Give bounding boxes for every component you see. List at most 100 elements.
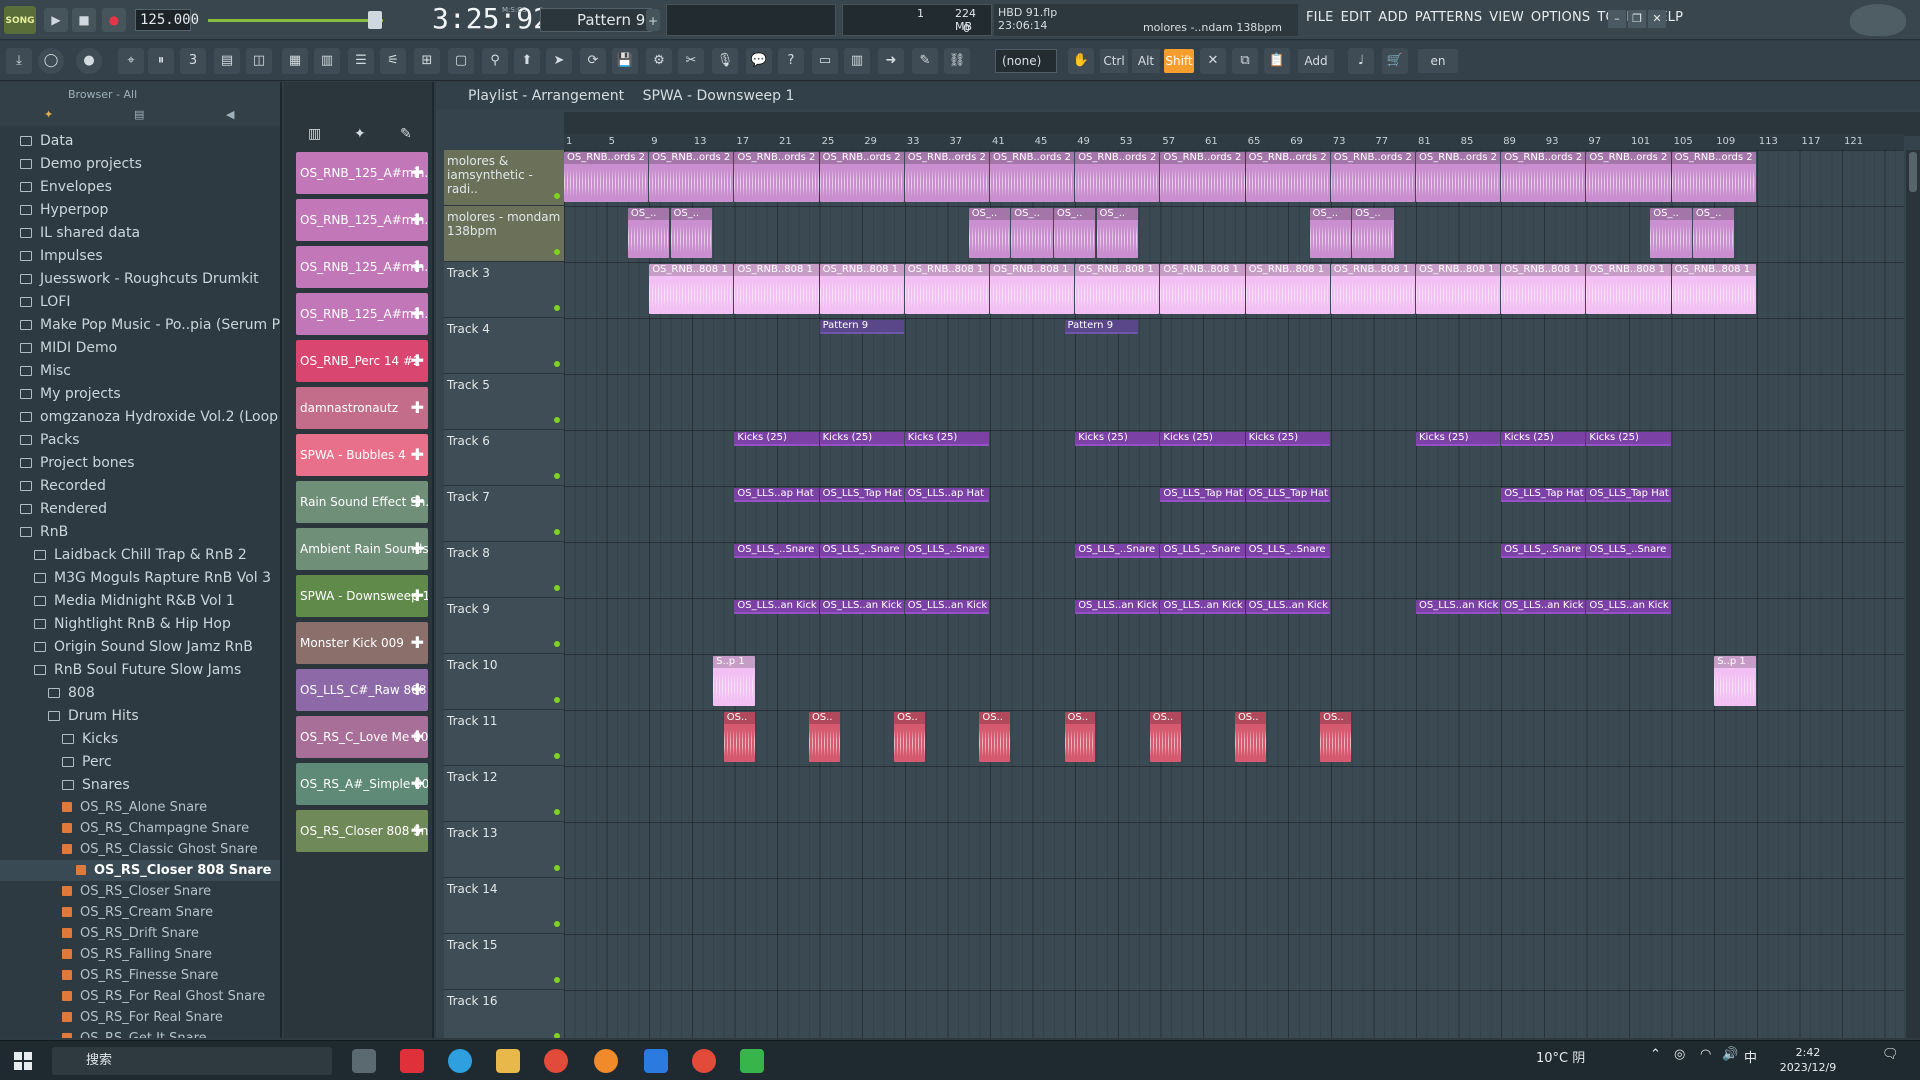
channel-add-icon[interactable]: ✚ <box>411 763 424 805</box>
playlist-clip[interactable]: OS_RNB..808 1 <box>1416 264 1501 314</box>
playlist-clip[interactable]: OS_LLS..an Kick <box>819 600 904 614</box>
channel-button[interactable]: SPWA - Bubbles 4 ✚ <box>296 434 428 476</box>
browser-file[interactable]: OS_RS_Closer 808 Snare <box>0 860 280 881</box>
track-mute-led[interactable] <box>554 753 560 759</box>
playlist-clip[interactable]: Kicks (25) <box>1075 432 1160 446</box>
blend-icon[interactable]: ◫ <box>246 48 272 74</box>
plugin-picker-icon[interactable]: ⊞ <box>414 48 440 74</box>
record-icon[interactable]: ● <box>102 8 126 32</box>
save-icon[interactable]: 💾 <box>612 48 638 74</box>
track-mute-led[interactable] <box>554 585 560 591</box>
browser-file[interactable]: OS_RS_Drift Snare <box>0 923 280 944</box>
playlist-clip[interactable]: OS_.. <box>670 208 713 258</box>
browser-folder[interactable]: Demo projects <box>0 153 280 176</box>
playlist-current-clip[interactable]: SPWA - Downsweep 1 <box>643 88 795 104</box>
playlist-clip[interactable]: OS_LLS_Tap Hat <box>1586 488 1671 502</box>
browser-folder[interactable]: Packs <box>0 429 280 452</box>
playlist-clip[interactable]: Kicks (25) <box>734 432 819 446</box>
menu-add[interactable]: ADD <box>1378 10 1408 25</box>
channel-button[interactable]: Ambient Rain Sounds.. ✚ <box>296 528 428 570</box>
step-edit-icon[interactable]: ▤ <box>214 48 240 74</box>
channel-button[interactable]: OS_RS_A#_Simple 808 ✚ <box>296 763 428 805</box>
browser-file[interactable]: OS_RS_Finesse Snare <box>0 965 280 986</box>
countdown-icon[interactable]: 3 <box>180 48 206 74</box>
menu-view[interactable]: VIEW <box>1489 10 1524 25</box>
track-mute-led[interactable] <box>554 193 560 199</box>
track-header[interactable]: Track 10 <box>444 654 564 710</box>
channel-button[interactable]: OS_RNB_Perc 14 #2 ✚ <box>296 340 428 382</box>
browser-folder[interactable]: Media Midnight R&B Vol 1 <box>0 590 280 613</box>
playlist-clip[interactable]: OS.. <box>894 712 926 762</box>
weather[interactable]: 10°C 阴 <box>1536 1047 1585 1066</box>
cut-icon[interactable]: ✂ <box>678 48 704 74</box>
playlist-clip[interactable]: OS.. <box>723 712 755 762</box>
notification-icon[interactable]: 🗨 <box>1882 1047 1899 1062</box>
browser-folder[interactable]: LOFI <box>0 291 280 314</box>
language-button[interactable]: en <box>1418 49 1458 73</box>
track-mute-led[interactable] <box>554 697 560 703</box>
playlist-clip[interactable]: OS_RNB..ords 2 <box>734 152 819 202</box>
playlist-clip[interactable]: S..p 1 <box>1714 656 1756 706</box>
fl-studio-icon[interactable] <box>594 1049 618 1073</box>
playlist-clip[interactable]: OS_LLS_Tap Hat <box>1501 488 1586 502</box>
channel-rack-icon[interactable]: ☰ <box>348 48 374 74</box>
cpu-knob-icon[interactable]: ◯ <box>38 48 64 74</box>
browser-file[interactable]: OS_RS_Cream Snare <box>0 902 280 923</box>
playlist-clip[interactable]: OS_LLS_Tap Hat <box>1245 488 1330 502</box>
playlist-vertical-scrollbar[interactable] <box>1906 150 1920 1038</box>
playlist-clip[interactable]: OS_.. <box>1650 208 1692 258</box>
channel-pencil-icon[interactable]: ✎ <box>400 126 412 142</box>
playlist-clip[interactable]: OS_LLS..an Kick <box>734 600 819 614</box>
channel-add-icon[interactable]: ✚ <box>411 716 424 758</box>
master-pitch-icon[interactable]: ● <box>76 48 102 74</box>
app-icon[interactable] <box>644 1049 668 1073</box>
channel-button[interactable]: SPWA - Downsweep 1 ✚ <box>296 575 428 617</box>
browser-folder[interactable]: Origin Sound Slow Jamz RnB <box>0 636 280 659</box>
playlist-clip[interactable]: OS_.. <box>1011 208 1053 258</box>
browser-file[interactable]: OS_RS_Classic Ghost Snare <box>0 839 280 860</box>
playlist-clip[interactable]: OS_RNB..808 1 <box>904 264 989 314</box>
playlist-clip[interactable]: OS_LLS_Tap Hat <box>819 488 904 502</box>
track-mute-led[interactable] <box>554 1033 560 1038</box>
play-icon[interactable]: ▶ <box>44 8 68 32</box>
track-mute-led[interactable] <box>554 473 560 479</box>
browser-icon[interactable]: ⬆ <box>514 48 540 74</box>
taskbar-search[interactable]: 搜索 <box>52 1047 332 1075</box>
chrome-alt-icon[interactable] <box>692 1049 716 1073</box>
browser-folder[interactable]: Snares <box>0 774 280 797</box>
playlist-clip[interactable]: OS_LLS..ap Hat <box>904 488 989 502</box>
render-icon[interactable]: ⚙ <box>646 48 672 74</box>
track-mute-led[interactable] <box>554 977 560 983</box>
playlist-overview[interactable] <box>564 112 1920 136</box>
playlist-clip[interactable]: OS_RNB..ords 2 <box>1245 152 1330 202</box>
playlist-clip[interactable]: OS_LLS..ap Hat <box>734 488 819 502</box>
pattern-selector[interactable]: Pattern 9 <box>540 8 652 32</box>
piano-roll-icon[interactable]: ▥ <box>314 48 340 74</box>
track-header[interactable]: Track 15 <box>444 934 564 990</box>
playlist-clip[interactable]: S..p 1 <box>713 656 755 706</box>
playlist-clip[interactable]: OS_.. <box>1309 208 1352 258</box>
playlist-clip[interactable]: OS_RNB..808 1 <box>1075 264 1160 314</box>
download-icon[interactable]: ⤓ <box>6 48 32 74</box>
browser-file[interactable]: OS_RS_Get It Snare <box>0 1028 280 1038</box>
playlist-clip[interactable]: OS_RNB..ords 2 <box>904 152 989 202</box>
playlist-clip[interactable]: OS_RNB..ords 2 <box>990 152 1075 202</box>
wifi-icon[interactable]: ◠ <box>1700 1047 1711 1062</box>
playlist-clip[interactable]: OS_RNB..808 1 <box>734 264 819 314</box>
playlist-clip[interactable]: OS.. <box>1149 712 1181 762</box>
track-mute-led[interactable] <box>554 417 560 423</box>
playlist-clip[interactable]: Kicks (25) <box>1416 432 1501 446</box>
track-mute-led[interactable] <box>554 305 560 311</box>
browser-folder[interactable]: MIDI Demo <box>0 337 280 360</box>
pin-icon[interactable]: ⚲ <box>482 48 508 74</box>
browser-folder[interactable]: Rendered <box>0 498 280 521</box>
edge-icon[interactable] <box>448 1049 472 1073</box>
track-header[interactable]: Track 5 <box>444 374 564 430</box>
playlist-clip[interactable]: OS_RNB..ords 2 <box>564 152 649 202</box>
browser-file[interactable]: OS_RS_For Real Ghost Snare <box>0 986 280 1007</box>
menu-edit[interactable]: EDIT <box>1341 10 1372 25</box>
playlist-clip[interactable]: OS_LLS_..Snare <box>1075 544 1160 558</box>
playlist-clip[interactable]: Kicks (25) <box>904 432 989 446</box>
track-header[interactable]: Track 6 <box>444 430 564 486</box>
channel-button[interactable]: OS_RNB_125_A#min.. ✚ <box>296 293 428 335</box>
